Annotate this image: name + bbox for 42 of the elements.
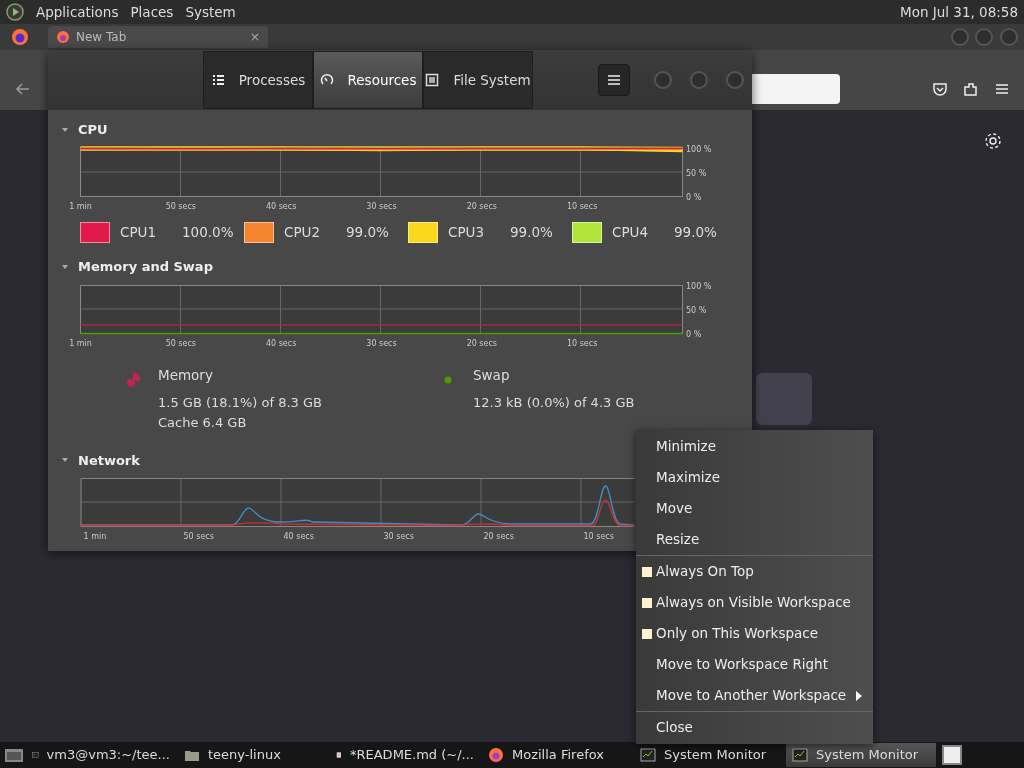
legend-value: 99.0% [346,223,389,243]
legend-value: 99.0% [510,223,553,243]
axis-label: 50 secs [183,532,214,542]
axis-label: 50 % [686,168,707,178]
legend-label: CPU1 [120,223,158,243]
axis-label: 50 % [686,305,707,315]
axis-label: 1 min [69,339,92,348]
axis-label: 100 % [686,281,712,291]
axis-label: 10 secs [566,202,598,211]
axis-label: 40 secs [265,339,297,348]
legend-label: CPU3 [448,223,486,243]
axis-label: 40 secs [283,532,314,542]
axis-label: 0 % [686,192,702,202]
axis-label: 30 secs [366,202,397,211]
axis-label: 40 secs [265,202,297,211]
meter-value: 1.5 GB (18.1%) of 8.3 GB [158,394,322,413]
axis-label: 20 secs [466,339,498,348]
axis-label: 10 secs [566,339,598,348]
meter-value: 12.3 kB (0.0%) of 4.3 GB [473,394,635,413]
axis-label: 1 min [83,532,107,542]
section-title: Network [78,451,140,470]
axis-label: 50 secs [165,202,197,211]
meter-label: Memory [158,366,214,385]
axis-label: 0 % [686,329,702,339]
axis-label: 30 secs [383,532,414,542]
axis-label: 50 secs [165,339,197,348]
legend-label: CPU2 [284,223,322,243]
axis-label: 100 % [686,144,712,154]
axis-label: 20 secs [466,202,498,211]
meter-label: Swap [473,366,511,385]
axis-label: 1 min [69,202,92,211]
section-title: Memory and Swap [78,258,213,277]
axis-label: 10 secs [583,532,614,542]
legend-value: 100.0% [182,223,234,243]
axis-label: 30 secs [366,339,397,348]
legend-value: 99.0% [674,223,717,243]
section-title: CPU [78,121,108,140]
clock: Mon Jul 31, 08:58 [900,2,1018,22]
meter-value: Cache 6.4 GB [158,413,248,432]
axis-label: 20 secs [483,532,514,542]
tab-title: New Tab [76,29,127,46]
legend-label: CPU4 [612,223,650,243]
